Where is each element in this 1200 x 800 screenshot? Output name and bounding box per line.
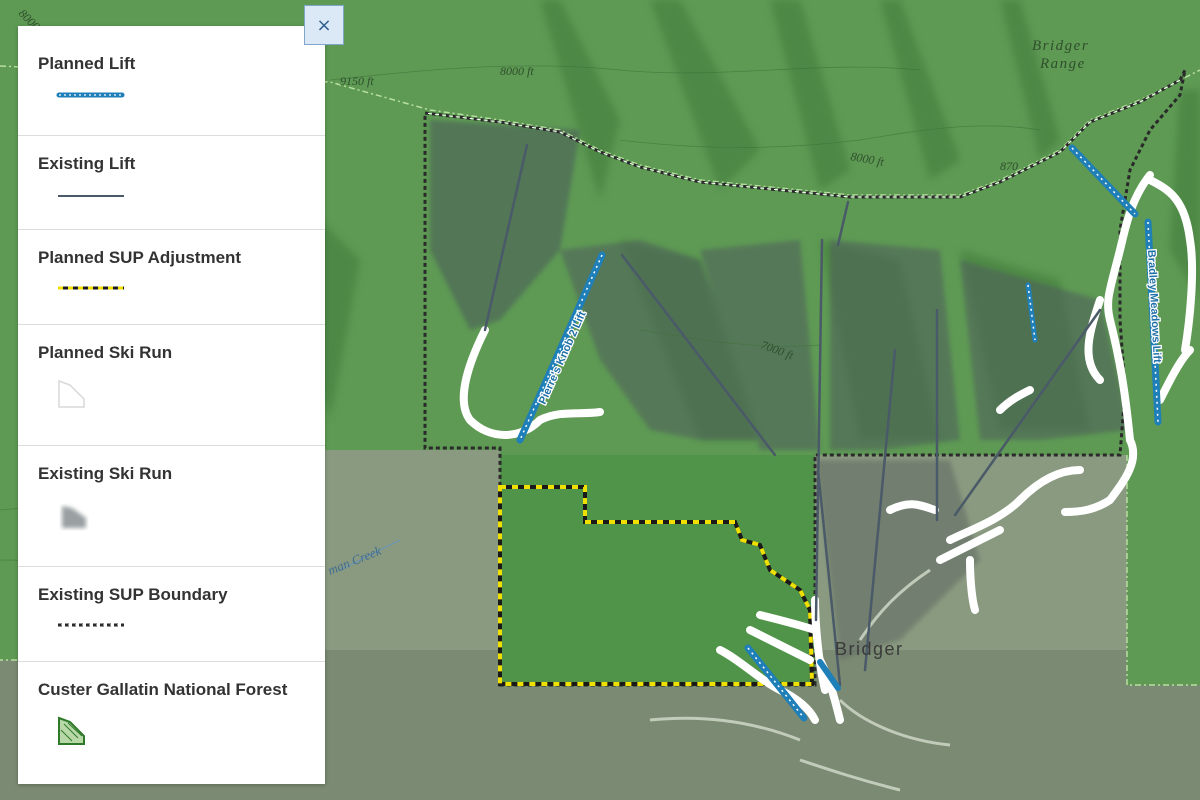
close-legend-button[interactable]: × [304,5,344,45]
contour-label: 9150 ft [340,74,374,88]
legend-item-existing-sup-boundary: Existing SUP Boundary [18,567,325,662]
legend-label: Existing Lift [38,154,136,173]
legend-label: Planned Ski Run [38,343,173,362]
range-label-line2: Range [1039,56,1086,72]
legend-item-existing-ski-run: Existing Ski Run [18,446,325,567]
legend-item-planned-lift: Planned Lift [18,26,325,136]
legend-item-planned-sup-adjustment: Planned SUP Adjustment [18,230,325,325]
legend-label: Planned Lift [38,54,136,73]
legend-label: Existing SUP Boundary [38,585,228,604]
legend-item-planned-ski-run: Planned Ski Run [18,325,325,446]
range-label: Bridger [1032,38,1089,54]
contour-label: 870 [1000,159,1018,173]
existing-lift-symbol-icon [56,188,126,206]
legend-item-existing-lift: Existing Lift [18,136,325,230]
legend-label: Custer Gallatin National Forest [38,680,288,699]
planned-lift-symbol-icon [56,88,126,106]
existing-sup-boundary-symbol-icon [56,617,126,635]
legend-label: Existing Ski Run [38,464,173,483]
legend-label: Planned SUP Adjustment [38,248,242,267]
existing-ski-run-symbol-icon [56,500,96,539]
national-forest-area-south [500,455,815,685]
planned-sup-adjustment-symbol-icon [56,280,126,298]
planned-ski-run-symbol-icon [56,377,96,416]
place-label: Bridger [835,639,904,659]
legend-item-national-forest: Custer Gallatin National Forest [18,662,325,784]
close-icon[interactable]: × [316,15,331,36]
national-forest-area-west [0,60,18,660]
legend-panel: Planned Lift Existing Lift Planned SUP A… [18,26,325,784]
national-forest-symbol-icon [56,714,96,753]
contour-label: 8000 ft [500,64,534,78]
